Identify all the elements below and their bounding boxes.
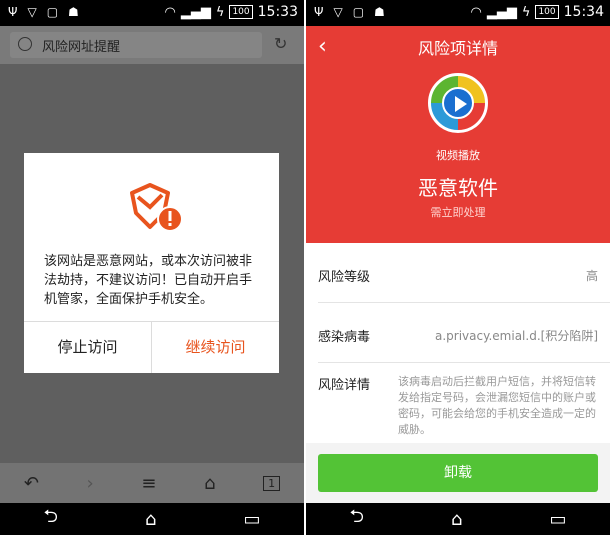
video-player-app-icon — [428, 73, 488, 133]
continue-visit-button[interactable]: 继续访问 — [152, 322, 279, 373]
malicious-site-dialog: 该网站是恶意网站，或本次访问被非法劫持，不建议访问！已自动开启手机管家，全面保护… — [24, 153, 279, 373]
app-name: 视频播放 — [436, 149, 480, 162]
page-title: 风险项详情 — [417, 39, 498, 58]
address-bar: 风险网址提醒 ↻ — [0, 26, 304, 64]
clock: 15:33 — [257, 4, 298, 20]
charging-icon: ϟ — [215, 4, 225, 20]
risk-info-panel: 风险等级 高 感染病毒 a.privacy.emial.d.[积分陷阱] 风险详… — [306, 243, 610, 443]
android-icon: ☗ — [68, 5, 79, 19]
menu-icon[interactable]: ≡ — [141, 473, 156, 494]
risk-detail-text: 该病毒启动后拦截用户短信，并将短信转发给指定号码，会泄漏您短信中的账户或密码，可… — [398, 375, 596, 436]
signal-icon: ▂▄▆ — [486, 4, 517, 20]
risk-detail-screen: Ψ ▽ ▢ ☗ ◠ ▂▄▆ ϟ 100 15:34 ‹ 风险项详情 视频播放 恶… — [306, 0, 610, 535]
wifi-icon: ◠ — [164, 4, 176, 20]
risk-level-label: 风险等级 — [318, 270, 371, 285]
refresh-icon[interactable]: ↻ — [274, 34, 287, 53]
shield-icon: ▽ — [27, 5, 37, 19]
dialog-message: 该网站是恶意网站，或本次访问被非法劫持，不建议访问！已自动开启手机管家，全面保护… — [44, 254, 253, 307]
notification-icons: Ψ ▽ ▢ ☗ — [8, 5, 79, 19]
risk-detail-label: 风险详情 — [318, 378, 371, 393]
uninstall-button[interactable]: 卸载 — [318, 454, 598, 492]
url-title: 风险网址提醒 — [42, 40, 121, 55]
row-divider — [318, 302, 610, 303]
image-icon: ▢ — [352, 5, 365, 19]
home-icon[interactable]: ⌂ — [204, 473, 215, 494]
nav-home-icon[interactable]: ⌂ — [145, 509, 156, 530]
nav-home-icon[interactable]: ⌂ — [451, 509, 462, 530]
stop-visit-button[interactable]: 停止访问 — [24, 322, 151, 373]
wifi-icon: ◠ — [470, 4, 482, 20]
battery-icon: 100 — [229, 5, 253, 19]
risk-level-value: 高 — [585, 269, 598, 283]
row-divider — [318, 362, 610, 363]
forward-icon[interactable]: › — [87, 473, 94, 494]
shield-icon: ▽ — [333, 5, 343, 19]
risk-header: ‹ 风险项详情 视频播放 恶意软件 需立即处理 — [306, 26, 610, 243]
threat-type: 恶意软件 — [418, 176, 498, 200]
play-circle — [442, 87, 474, 119]
warning-shield-icon — [130, 183, 183, 232]
tabs-icon[interactable]: 1 — [263, 475, 281, 491]
usb-icon: Ψ — [8, 5, 18, 19]
nav-back-icon[interactable]: ⮌ — [44, 504, 58, 534]
action-hint: 需立即处理 — [430, 206, 486, 219]
battery-icon: 100 — [535, 5, 559, 19]
system-icons: ◠ ▂▄▆ ϟ 100 15:34 — [471, 4, 604, 20]
image-icon: ▢ — [46, 5, 59, 19]
globe-icon — [18, 37, 32, 51]
back-icon[interactable]: ↶ — [24, 473, 39, 494]
virus-label: 感染病毒 — [318, 330, 371, 345]
notification-icons: Ψ ▽ ▢ ☗ — [314, 5, 385, 19]
usb-icon: Ψ — [314, 5, 324, 19]
clock: 15:34 — [563, 4, 604, 20]
system-icons: ◠ ▂▄▆ ϟ 100 15:33 — [165, 4, 298, 20]
nav-back-icon[interactable]: ⮌ — [350, 504, 364, 534]
nav-recent-icon[interactable]: ▭ — [243, 509, 260, 530]
signal-icon: ▂▄▆ — [180, 4, 211, 20]
android-icon: ☗ — [374, 5, 385, 19]
virus-value: a.privacy.emial.d.[积分陷阱] — [434, 329, 598, 343]
browser-screen: Ψ ▽ ▢ ☗ ◠ ▂▄▆ ϟ 100 15:33 风险网址提醒 ↻ 该网站是恶… — [0, 0, 304, 535]
system-nav-bar: ⮌ ⌂ ▭ — [0, 503, 304, 535]
charging-icon: ϟ — [521, 4, 531, 20]
status-bar: Ψ ▽ ▢ ☗ ◠ ▂▄▆ ϟ 100 15:33 — [0, 0, 304, 26]
browser-toolbar: ↶ › ≡ ⌂ 1 — [0, 463, 304, 503]
url-field[interactable]: 风险网址提醒 — [10, 32, 262, 58]
status-bar: Ψ ▽ ▢ ☗ ◠ ▂▄▆ ϟ 100 15:34 — [306, 0, 610, 26]
nav-recent-icon[interactable]: ▭ — [549, 509, 566, 530]
system-nav-bar: ⮌ ⌂ ▭ — [306, 503, 610, 535]
play-icon — [455, 96, 467, 112]
